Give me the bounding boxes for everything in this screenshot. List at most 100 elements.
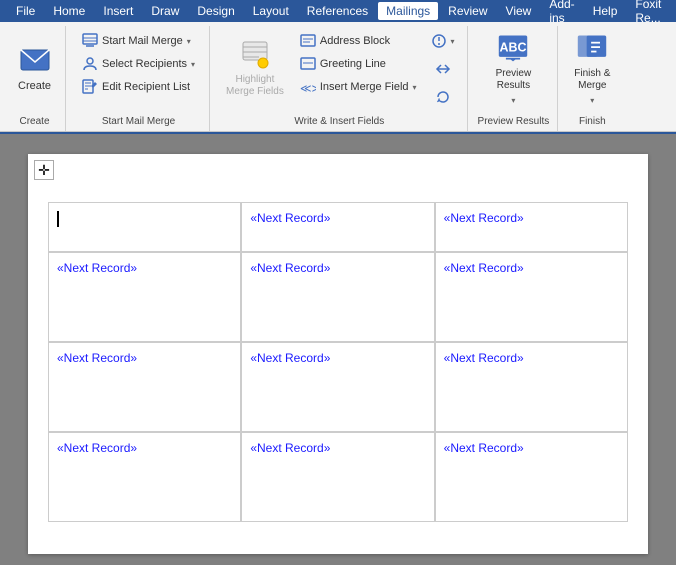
write-insert-extra-col: ▾: [427, 30, 459, 108]
merge-field-3-0: «Next Record»: [57, 441, 137, 455]
menu-mailings[interactable]: Mailings: [378, 2, 438, 20]
label-cell-2-2: «Next Record»: [435, 342, 628, 432]
ribbon: Create Create Start Mail Merge: [0, 22, 676, 132]
write-insert-group: HighlightMerge Fields Address Block: [212, 26, 468, 131]
create-group-content: Create: [12, 30, 57, 114]
create-button[interactable]: Create: [12, 30, 57, 106]
label-cell-1-2: «Next Record»: [435, 252, 628, 342]
move-handle[interactable]: ✛: [34, 160, 54, 180]
merge-field-2-2: «Next Record»: [444, 351, 524, 365]
address-block-button[interactable]: Address Block: [294, 30, 423, 52]
finish-merge-label: Finish &Merge: [574, 68, 610, 92]
insert-merge-field-button[interactable]: ≪≫ Insert Merge Field ▾: [294, 76, 423, 98]
greeting-line-button[interactable]: Greeting Line: [294, 53, 423, 75]
create-group-label: Create: [20, 114, 50, 131]
start-mail-merge-label: Start Mail Merge: [102, 35, 183, 47]
menu-draw[interactable]: Draw: [143, 2, 187, 20]
highlight-merge-fields-icon: [239, 38, 271, 70]
write-insert-group-label: Write & Insert Fields: [294, 114, 384, 131]
menu-file[interactable]: File: [8, 2, 43, 20]
menu-view[interactable]: View: [498, 2, 540, 20]
start-mail-merge-col: Start Mail Merge ▾ Select Recipients ▾: [76, 30, 201, 98]
label-cell-2-1: «Next Record»: [241, 342, 434, 432]
preview-results-icon: ABC: [497, 32, 529, 64]
merge-field-3-1: «Next Record»: [250, 441, 330, 455]
preview-results-button[interactable]: ABC PreviewResults ▾: [490, 30, 538, 106]
rules-icon: [431, 33, 447, 49]
edit-recipient-list-label: Edit Recipient List: [102, 81, 190, 93]
create-icon: [19, 44, 51, 76]
merge-field-1-1: «Next Record»: [250, 261, 330, 275]
finish-merge-arrow: ▾: [590, 96, 594, 105]
rules-button[interactable]: ▾: [427, 30, 459, 52]
label-cell-0-2: «Next Record»: [435, 202, 628, 252]
label-cell-1-1: «Next Record»: [241, 252, 434, 342]
merge-field-0-1: «Next Record»: [250, 211, 330, 225]
label-cell-0-1: «Next Record»: [241, 202, 434, 252]
insert-merge-field-icon: ≪≫: [300, 79, 316, 95]
document-page: ✛ «Next Record» «Next Record» «Next Reco…: [28, 154, 648, 554]
edit-recipient-list-button[interactable]: Edit Recipient List: [76, 76, 201, 98]
create-group: Create Create: [4, 26, 66, 131]
select-recipients-arrow: ▾: [191, 60, 195, 69]
document-area[interactable]: ✛ «Next Record» «Next Record» «Next Reco…: [0, 134, 676, 565]
select-recipients-label: Select Recipients: [102, 58, 187, 70]
start-mail-merge-group: Start Mail Merge ▾ Select Recipients ▾: [68, 26, 210, 131]
label-cell-2-0: «Next Record»: [48, 342, 241, 432]
label-grid: «Next Record» «Next Record» «Next Record…: [48, 202, 628, 522]
merge-field-1-2: «Next Record»: [444, 261, 524, 275]
menu-layout[interactable]: Layout: [245, 2, 297, 20]
menu-design[interactable]: Design: [189, 2, 242, 20]
preview-results-group: ABC PreviewResults ▾ Preview Results: [470, 26, 559, 131]
menu-references[interactable]: References: [299, 2, 376, 20]
preview-results-group-label: Preview Results: [478, 114, 550, 131]
svg-text:ABC: ABC: [500, 40, 527, 54]
select-recipients-button[interactable]: Select Recipients ▾: [76, 53, 201, 75]
select-recipients-icon: [82, 56, 98, 72]
menu-home[interactable]: Home: [45, 2, 93, 20]
preview-results-content: ABC PreviewResults ▾: [490, 30, 538, 114]
start-mail-merge-button[interactable]: Start Mail Merge ▾: [76, 30, 201, 52]
start-mail-merge-arrow: ▾: [187, 37, 191, 46]
write-insert-content: HighlightMerge Fields Address Block: [220, 30, 459, 114]
label-cell-3-2: «Next Record»: [435, 432, 628, 522]
preview-results-arrow: ▾: [511, 96, 515, 105]
highlight-merge-fields-label: HighlightMerge Fields: [226, 74, 284, 98]
address-block-icon: [300, 33, 316, 49]
rules-arrow: ▾: [451, 37, 455, 46]
write-insert-small-col: Address Block Greeting Line ≪≫: [294, 30, 423, 98]
greeting-line-icon: [300, 56, 316, 72]
merge-field-1-0: «Next Record»: [57, 261, 137, 275]
svg-text:≪≫: ≪≫: [300, 83, 316, 95]
finish-content: Finish &Merge ▾: [568, 30, 616, 114]
finish-group-label: Finish: [579, 114, 606, 131]
label-cell-3-0: «Next Record»: [48, 432, 241, 522]
insert-merge-field-label: Insert Merge Field: [320, 81, 409, 93]
greeting-line-label: Greeting Line: [320, 58, 386, 70]
insert-merge-field-arrow: ▾: [413, 83, 417, 92]
preview-results-label: PreviewResults: [496, 68, 532, 92]
start-mail-merge-group-label: Start Mail Merge: [102, 114, 175, 131]
menu-foxit[interactable]: Foxit Re...: [627, 0, 669, 27]
match-fields-button[interactable]: [427, 58, 459, 80]
create-label: Create: [18, 80, 51, 92]
start-mail-merge-content: Start Mail Merge ▾ Select Recipients ▾: [76, 30, 201, 114]
highlight-merge-fields-button[interactable]: HighlightMerge Fields: [220, 30, 290, 106]
edit-recipient-list-icon: [82, 79, 98, 95]
finish-merge-icon: [576, 32, 608, 64]
merge-field-2-1: «Next Record»: [250, 351, 330, 365]
menu-insert[interactable]: Insert: [95, 2, 141, 20]
menu-bar: File Home Insert Draw Design Layout Refe…: [0, 0, 676, 22]
menu-review[interactable]: Review: [440, 2, 495, 20]
label-cell-3-1: «Next Record»: [241, 432, 434, 522]
label-cell-0-0: [48, 202, 241, 252]
finish-merge-button[interactable]: Finish &Merge ▾: [568, 30, 616, 106]
update-labels-button[interactable]: [427, 86, 459, 108]
finish-group: Finish &Merge ▾ Finish: [560, 26, 624, 131]
merge-field-2-0: «Next Record»: [57, 351, 137, 365]
match-fields-icon: [435, 61, 451, 77]
text-cursor: [57, 211, 59, 227]
start-mail-merge-icon: [82, 33, 98, 49]
menu-add-ins[interactable]: Add-ins: [541, 0, 582, 27]
menu-help[interactable]: Help: [585, 2, 626, 20]
